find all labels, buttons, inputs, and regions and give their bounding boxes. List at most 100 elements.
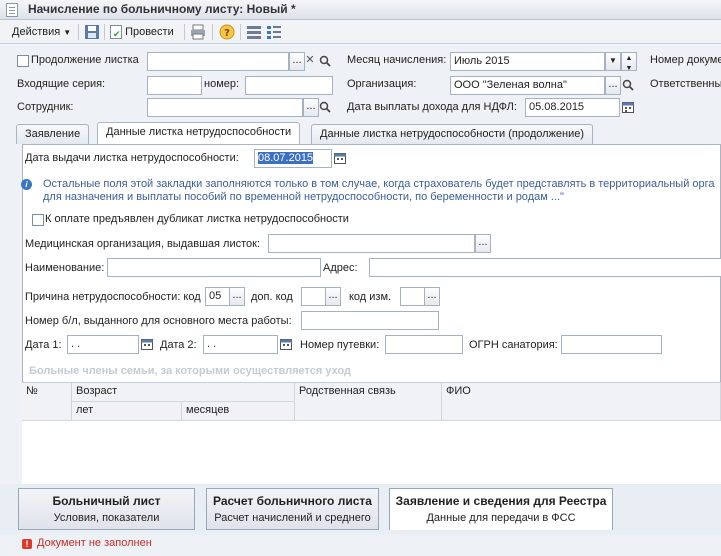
org-label: Организация:	[347, 78, 417, 90]
info-icon: i	[21, 179, 32, 190]
reason-label: Причина нетрудоспособности: код	[25, 291, 201, 303]
svg-text:?: ?	[224, 28, 230, 39]
date1-calendar-icon[interactable]	[139, 335, 155, 354]
series-input[interactable]	[147, 76, 202, 95]
calendar-icon[interactable]	[620, 98, 636, 117]
month-label: Месяц начисления:	[347, 54, 447, 66]
form-area: Продолжение листка ... ✕ Месяц начислени…	[0, 44, 721, 486]
responsible-label: Ответственны	[650, 78, 721, 90]
bottom-tab-title: Заявление и сведения для Реестра	[395, 494, 607, 508]
extra-code-input[interactable]	[301, 287, 327, 306]
ogrn-input[interactable]	[561, 335, 662, 354]
actions-label: Действия	[12, 26, 61, 38]
ndfl-date-input[interactable]: 05.08.2015	[525, 98, 620, 117]
continuation-checkbox[interactable]	[17, 55, 29, 67]
employee-label: Сотрудник:	[17, 101, 74, 113]
address-label: Адрес:	[323, 262, 358, 274]
org-input[interactable]: ООО "Зеленая волна"	[450, 76, 605, 95]
bottom-tab-title: Больничный лист	[52, 494, 161, 508]
med-org-select-button[interactable]: ...	[475, 234, 491, 253]
name-input[interactable]	[107, 258, 321, 277]
bottom-tab-title: Расчет больничного листа	[213, 494, 372, 508]
reason-code-select-button[interactable]: ...	[229, 287, 245, 306]
name-label: Наименование:	[25, 262, 105, 274]
save-icon[interactable]	[84, 24, 100, 40]
ogrn-label: ОГРН санатория:	[469, 339, 558, 351]
actions-menu-button[interactable]: Действия ▼	[12, 23, 71, 41]
duplicate-checkbox[interactable]	[32, 214, 44, 226]
col-header-number[interactable]: №	[22, 383, 72, 421]
info-text-line2: для назначения и выплаты пособий по врем…	[43, 191, 564, 203]
address-input[interactable]	[369, 258, 721, 277]
issue-date-calendar-icon[interactable]	[332, 149, 348, 168]
tab-application[interactable]: Заявление	[16, 124, 90, 144]
date2-calendar-icon[interactable]	[278, 335, 294, 354]
document-icon	[6, 3, 18, 17]
date1-input[interactable]: . .	[67, 335, 139, 354]
change-code-label: код изм.	[349, 291, 392, 303]
list-icon[interactable]	[246, 24, 262, 40]
help-icon[interactable]: ?	[219, 24, 235, 40]
month-dropdown-button[interactable]: ▼	[605, 52, 621, 71]
family-section-title: Больные члены семьи, за которыми осущест…	[29, 365, 352, 377]
bottom-tab-subtitle: Расчет начислений и среднего	[214, 512, 371, 524]
employee-search-icon[interactable]	[317, 98, 333, 117]
title-bar: Начисление по больничному листу: Новый *	[0, 0, 721, 20]
bottom-tab-subtitle: Данные для передачи в ФСС	[426, 512, 576, 524]
col-header-name[interactable]: ФИО	[442, 383, 721, 421]
col-header-age[interactable]: Возраст	[72, 383, 295, 402]
date2-input[interactable]: . .	[203, 335, 278, 354]
reason-code-input[interactable]: 05	[205, 287, 231, 306]
org-search-icon[interactable]	[620, 76, 636, 95]
family-table[interactable]: № Возраст лет месяцев Родственная связь …	[22, 382, 721, 486]
med-org-input[interactable]	[268, 234, 475, 253]
org-select-button[interactable]: ...	[605, 76, 621, 95]
search-icon[interactable]	[317, 52, 333, 71]
med-org-label: Медицинская организация, выдавшая листок…	[25, 238, 260, 250]
bottom-tab-subtitle: Условия, показатели	[53, 512, 160, 524]
info-text-line1: Остальные поля этой закладки заполняются…	[43, 178, 715, 190]
bottom-tab-calculation[interactable]: Расчет больничного листа Расчет начислен…	[206, 488, 379, 530]
tab-sick-leave-data[interactable]: Данные листка нетрудоспособности	[97, 122, 301, 144]
col-header-years[interactable]: лет	[72, 402, 182, 421]
toolbar: Действия ▼ ✔ Провести ?	[0, 20, 721, 44]
number-input[interactable]	[245, 76, 333, 95]
post-button[interactable]: ✔ Провести	[110, 23, 174, 41]
change-code-select-button[interactable]: ...	[424, 287, 440, 306]
bottom-tabs: Больничный лист Условия, показатели Расч…	[0, 484, 721, 534]
window-title: Начисление по больничному листу: Новый *	[28, 2, 296, 16]
col-header-months[interactable]: месяцев	[182, 402, 295, 421]
spin-icon[interactable]: ▲ ▼	[621, 52, 637, 72]
employee-input[interactable]	[147, 98, 303, 117]
dropdown-arrow-icon: ▼	[63, 28, 72, 37]
bottom-tab-registry[interactable]: Заявление и сведения для Реестра Данные …	[389, 488, 613, 530]
date1-label: Дата 1:	[25, 339, 62, 351]
main-work-input[interactable]	[301, 311, 439, 330]
col-header-relation[interactable]: Родственная связь	[295, 383, 442, 421]
print-icon[interactable]	[190, 24, 206, 40]
error-icon: !	[22, 539, 32, 549]
extra-code-select-button[interactable]: ...	[325, 287, 341, 306]
voucher-input[interactable]	[385, 335, 463, 354]
issue-date-label: Дата выдачи листка нетрудоспособности:	[25, 152, 239, 164]
continuation-input[interactable]	[147, 52, 289, 71]
post-label: Провести	[125, 26, 174, 38]
main-work-label: Номер б/л, выданного для основного места…	[25, 315, 292, 327]
date2-label: Дата 2:	[160, 339, 197, 351]
month-input[interactable]: Июль 2015	[450, 52, 605, 71]
ndfl-date-label: Дата выплаты дохода для НДФЛ:	[347, 101, 517, 113]
bottom-tab-sick-leave[interactable]: Больничный лист Условия, показатели	[18, 488, 195, 530]
clear-icon[interactable]: ✕	[302, 52, 318, 71]
issue-date-input[interactable]: 08.07.2015	[254, 149, 332, 168]
voucher-label: Номер путевки:	[300, 339, 380, 351]
tab-sick-leave-data-continued[interactable]: Данные листка нетрудоспособности (продол…	[311, 124, 594, 144]
post-icon: ✔	[110, 25, 122, 40]
doc-number-label: Номер докуме	[650, 54, 721, 66]
status-message[interactable]: Документ не заполнен	[37, 537, 152, 549]
number-label: номер:	[204, 78, 240, 90]
status-bar: ! Документ не заполнен	[0, 534, 721, 556]
extra-code-label: доп. код	[251, 291, 293, 303]
structure-icon[interactable]	[266, 24, 282, 40]
duplicate-label: К оплате предъявлен дубликат листка нетр…	[45, 213, 349, 225]
change-code-input[interactable]	[400, 287, 426, 306]
